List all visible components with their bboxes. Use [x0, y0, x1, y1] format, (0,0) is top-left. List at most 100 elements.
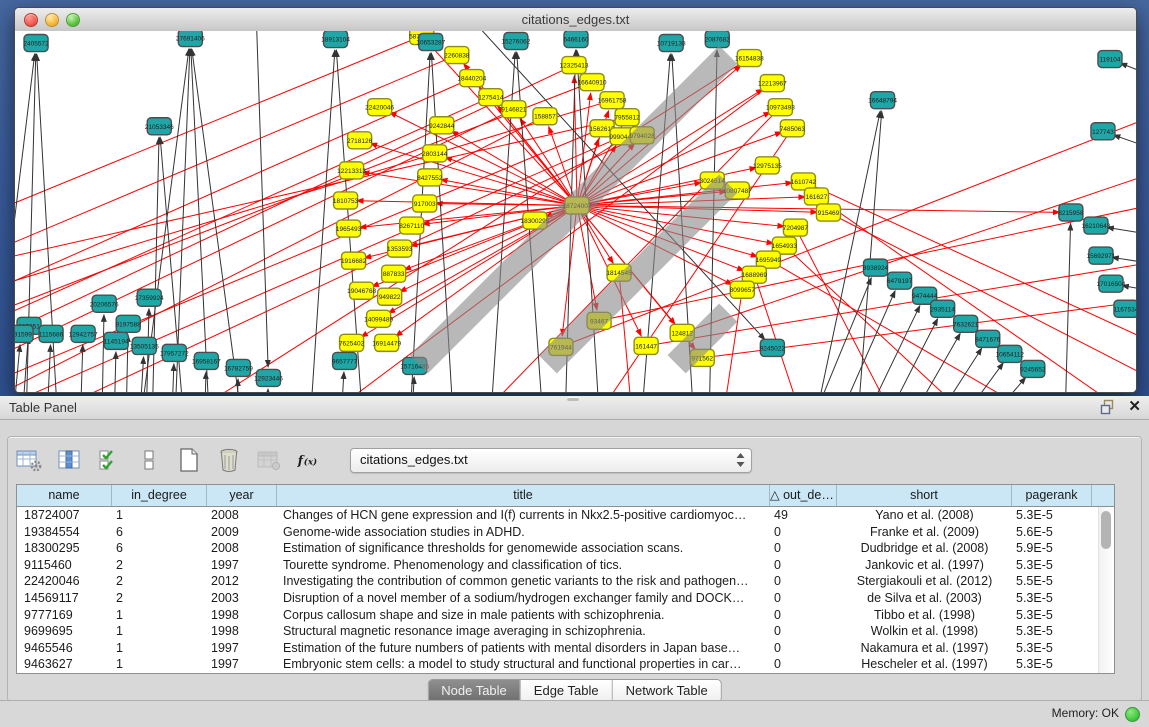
- new-table-icon[interactable]: [176, 447, 202, 473]
- table-cell: 2: [112, 590, 207, 607]
- table-cell: 2009: [207, 524, 277, 541]
- combo-arrows-icon: [736, 453, 745, 467]
- table-cell: 1997: [207, 640, 277, 657]
- table-cell: Hescheler et al. (1997): [837, 656, 1012, 673]
- table-cell: Nakamura et al. (1997): [837, 640, 1012, 657]
- table-cell: 0: [770, 656, 837, 673]
- table-cell: 0: [770, 540, 837, 557]
- table-settings-icon[interactable]: [16, 447, 42, 473]
- table-cell: 2008: [207, 540, 277, 557]
- node-table: namein_degreeyeartitle△ out_de…shortpage…: [16, 484, 1115, 674]
- memory-status-label: Memory: OK: [1052, 701, 1119, 726]
- column-header-year[interactable]: year: [207, 485, 277, 506]
- table-cell: Franke et al. (2009): [837, 524, 1012, 541]
- table-cell: 1: [112, 656, 207, 673]
- table-cell: 0: [770, 573, 837, 590]
- table-cell: Estimation of significance thresholds fo…: [277, 540, 770, 557]
- table-cell: Tourette syndrome. Phenomenology and cla…: [277, 557, 770, 574]
- table-row[interactable]: 1938455462009Genome-wide association stu…: [17, 524, 1114, 541]
- table-cell: 1: [112, 623, 207, 640]
- table-header: namein_degreeyeartitle△ out_de…shortpage…: [17, 485, 1114, 507]
- table-cell: Disruption of a novel member of a sodium…: [277, 590, 770, 607]
- table-panel-title: Table Panel: [9, 396, 77, 419]
- table-cell: 1998: [207, 623, 277, 640]
- table-cell: 1997: [207, 656, 277, 673]
- table-cell: 0: [770, 623, 837, 640]
- table-row[interactable]: 946554611997Estimation of the future num…: [17, 640, 1114, 657]
- network-canvas[interactable]: 1872400718300295224200469242844271812628…: [15, 31, 1136, 392]
- column-header-out_de[interactable]: △ out_de…: [770, 485, 837, 506]
- table-row[interactable]: 1872400712008Changes of HCN gene express…: [17, 507, 1114, 524]
- table-cell: 5.9E-5: [1012, 540, 1092, 557]
- memory-status-indicator[interactable]: [1125, 707, 1140, 722]
- table-row[interactable]: 969969511998Structural magnetic resonanc…: [17, 623, 1114, 640]
- table-cell: 5.3E-5: [1012, 590, 1092, 607]
- column-header-pagerank[interactable]: pagerank: [1012, 485, 1092, 506]
- merge-rows-icon[interactable]: [136, 447, 162, 473]
- table-cell: 5.3E-5: [1012, 557, 1092, 574]
- table-cell: 2008: [207, 507, 277, 524]
- table-cell: 1998: [207, 607, 277, 624]
- table-row[interactable]: 977716911998Corpus callosum shape and si…: [17, 607, 1114, 624]
- table-cell: Tibbo et al. (1998): [837, 607, 1012, 624]
- close-panel-icon[interactable]: ✕: [1128, 399, 1141, 415]
- table-cell: Genome-wide association studies in ADHD.: [277, 524, 770, 541]
- table-cell: 5.5E-5: [1012, 573, 1092, 590]
- table-cell: Corpus callosum shape and size in male p…: [277, 607, 770, 624]
- table-cell: Dudbridge et al. (2008): [837, 540, 1012, 557]
- table-cell: 22420046: [17, 573, 112, 590]
- table-cell: 2003: [207, 590, 277, 607]
- table-cell: 6: [112, 524, 207, 541]
- row-select-icon[interactable]: [96, 447, 122, 473]
- table-cell: 9463627: [17, 656, 112, 673]
- column-visibility-icon[interactable]: [56, 447, 82, 473]
- table-cell: 18724007: [17, 507, 112, 524]
- column-header-short[interactable]: short: [837, 485, 1012, 506]
- column-header-title[interactable]: title: [277, 485, 770, 506]
- network-table-select[interactable]: citations_edges.txt: [350, 448, 752, 473]
- table-cell: 2: [112, 557, 207, 574]
- table-cell: Investigating the contribution of common…: [277, 573, 770, 590]
- table-cell: Wolkin et al. (1998): [837, 623, 1012, 640]
- table-cell: 0: [770, 524, 837, 541]
- table-row[interactable]: 1830029562008Estimation of significance …: [17, 540, 1114, 557]
- window-title: citations_edges.txt: [15, 8, 1136, 31]
- table-panel-content: f (x) citations_edges.txt namein_degreey…: [7, 436, 1142, 702]
- table-cell: Stergiakouli et al. (2012): [837, 573, 1012, 590]
- table-panel: Table Panel ✕: [0, 396, 1149, 727]
- table-panel-header[interactable]: Table Panel ✕: [0, 396, 1149, 420]
- resize-grip-icon[interactable]: [14, 29, 1134, 390]
- panel-divider-grip[interactable]: [567, 397, 579, 401]
- function-builder-icon[interactable]: f (x): [296, 447, 322, 473]
- table-cell: 49: [770, 507, 837, 524]
- table-toolbar: f (x) citations_edges.txt: [16, 445, 752, 475]
- table-row[interactable]: 946362711997Embryonic stem cells: a mode…: [17, 656, 1114, 673]
- column-header-in_degree[interactable]: in_degree: [112, 485, 207, 506]
- table-cell: 2012: [207, 573, 277, 590]
- table-cell: 9699695: [17, 623, 112, 640]
- float-window-icon[interactable]: [1100, 399, 1116, 415]
- table-scrollbar[interactable]: [1098, 507, 1114, 673]
- network-window[interactable]: citations_edges.txt 18724007183002952242…: [14, 7, 1137, 393]
- table-cell: 9115460: [17, 557, 112, 574]
- table-cell: 1: [112, 640, 207, 657]
- table-cell: 9465546: [17, 640, 112, 657]
- table-cell: 5.3E-5: [1012, 607, 1092, 624]
- network-table-select-value: citations_edges.txt: [360, 449, 468, 471]
- tab-node-table[interactable]: Node Table: [428, 680, 520, 702]
- tab-network-table[interactable]: Network Table: [612, 680, 721, 702]
- delete-table-icon[interactable]: [216, 447, 242, 473]
- table-row[interactable]: 911546021997Tourette syndrome. Phenomeno…: [17, 557, 1114, 574]
- table-cell: Yano et al. (2008): [837, 507, 1012, 524]
- table-cell: 1: [112, 607, 207, 624]
- table-row[interactable]: 1456911722003Disruption of a novel membe…: [17, 590, 1114, 607]
- table-cell: 19384554: [17, 524, 112, 541]
- table-cell: 9777169: [17, 607, 112, 624]
- svg-text:(x): (x): [304, 456, 317, 467]
- table-cell: Embryonic stem cells: a model to study s…: [277, 656, 770, 673]
- table-scrollbar-thumb[interactable]: [1101, 511, 1111, 549]
- table-cell: 5.6E-5: [1012, 524, 1092, 541]
- table-row[interactable]: 2242004622012Investigating the contribut…: [17, 573, 1114, 590]
- column-header-name[interactable]: name: [17, 485, 112, 506]
- tab-edge-table[interactable]: Edge Table: [520, 680, 612, 702]
